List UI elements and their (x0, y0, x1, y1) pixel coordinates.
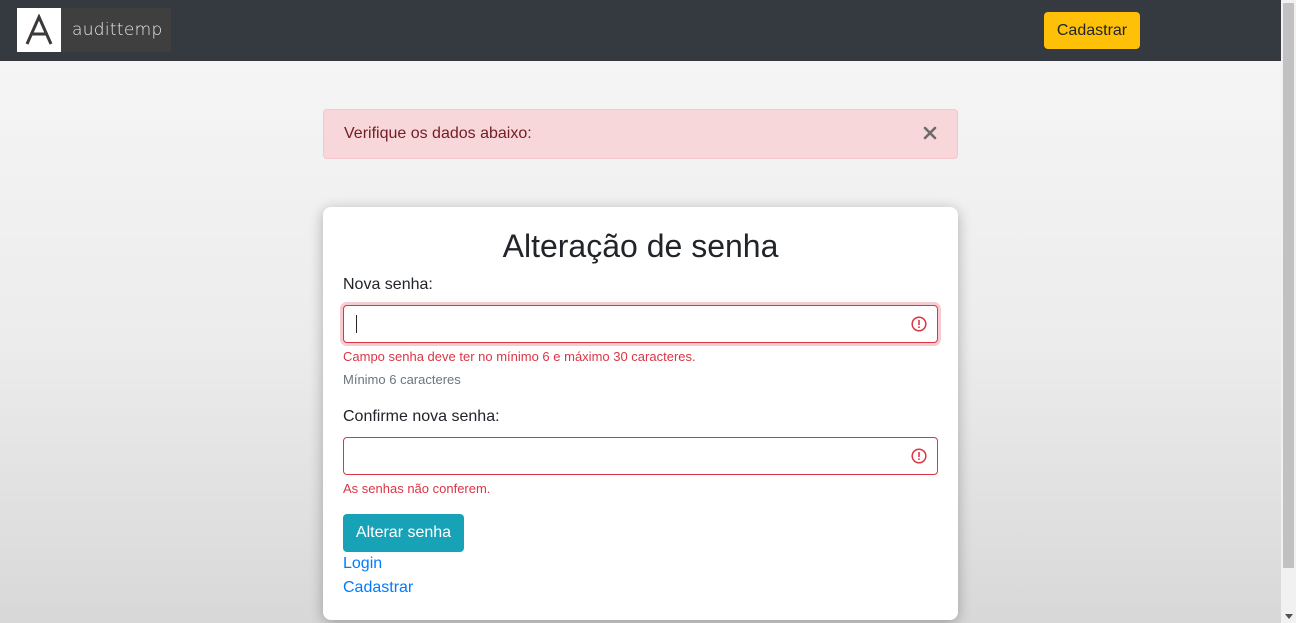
logo-a-icon (17, 8, 61, 52)
alert-message: Verifique os dados abaixo: (344, 125, 532, 142)
vertical-scrollbar[interactable] (1281, 0, 1296, 623)
password-change-card: Alteração de senha Nova senha: Campo sen… (323, 207, 958, 620)
login-link[interactable]: Login (343, 555, 382, 573)
new-password-error: Campo senha deve ter no mínimo 6 e máxim… (343, 349, 696, 364)
brand-logo-link[interactable]: audittemp (17, 8, 171, 52)
new-password-label: Nova senha: (343, 276, 433, 293)
confirm-password-label: Confirme nova senha: (343, 408, 500, 425)
page-title: Alteração de senha (502, 228, 779, 264)
register-link[interactable]: Cadastrar (343, 579, 413, 597)
new-password-help: Mínimo 6 caracteres (343, 372, 461, 387)
confirm-password-error: As senhas não conferem. (343, 481, 491, 496)
close-icon[interactable] (919, 122, 941, 144)
top-navbar: audittemp Cadastrar (0, 0, 1281, 61)
change-password-button[interactable]: Alterar senha (343, 514, 464, 552)
scrollbar-thumb[interactable] (1283, 3, 1294, 568)
confirm-password-input[interactable] (343, 437, 938, 475)
new-password-input[interactable] (343, 305, 938, 343)
text-caret (356, 315, 357, 333)
error-alert: Verifique os dados abaixo: (323, 109, 958, 159)
scroll-down-arrow-icon[interactable] (1285, 614, 1293, 619)
brand-name: audittemp (72, 20, 163, 40)
error-exclamation-icon (911, 448, 927, 464)
navbar-register-button[interactable]: Cadastrar (1044, 12, 1140, 49)
error-exclamation-icon (911, 316, 927, 332)
